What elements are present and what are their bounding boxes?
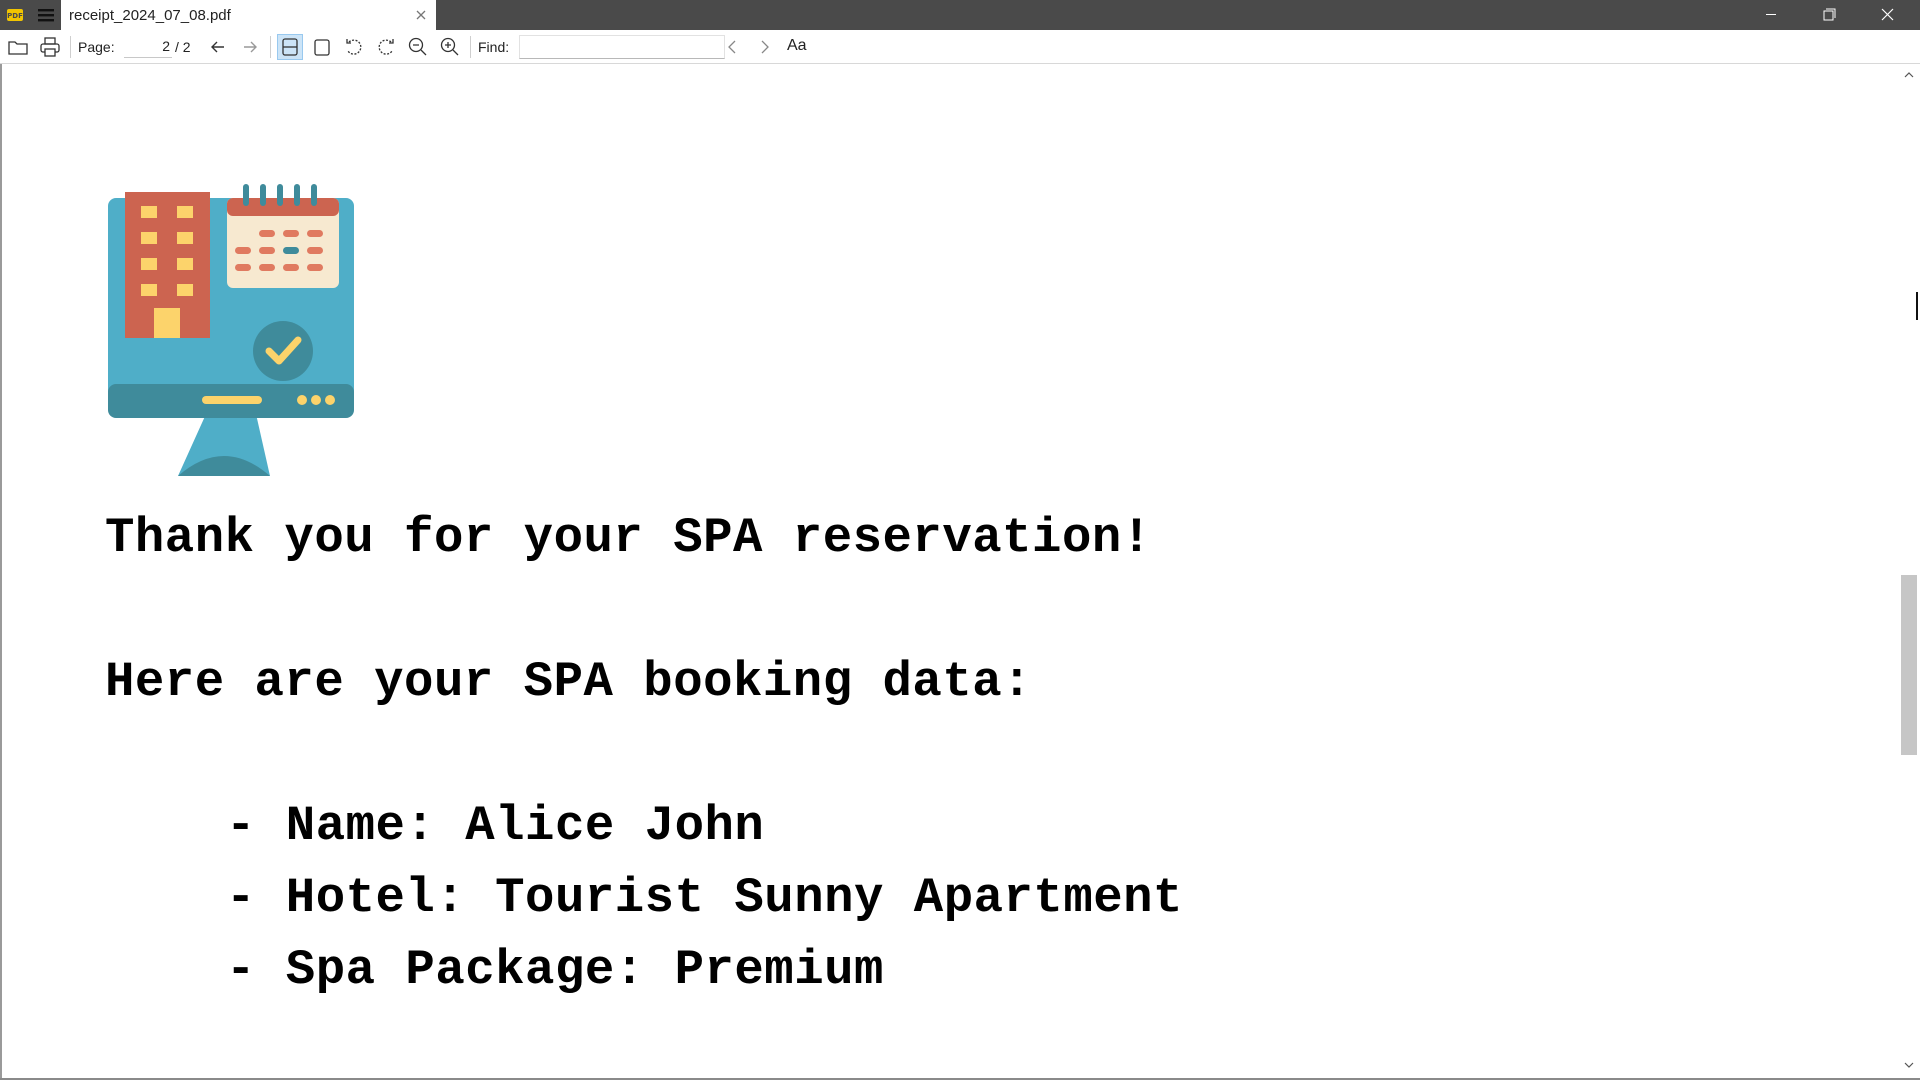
chevron-right-icon[interactable] bbox=[751, 34, 777, 60]
match-case-toggle[interactable]: Aa bbox=[787, 37, 807, 55]
booking-intro: Here are your SPA booking data: bbox=[105, 654, 1033, 710]
toolbar: Page: / 2 bbox=[0, 30, 1920, 64]
chevron-left-icon[interactable] bbox=[720, 34, 746, 60]
find-input[interactable] bbox=[519, 35, 725, 59]
scroll-down-icon[interactable] bbox=[1901, 1058, 1917, 1072]
hamburger-menu-icon[interactable] bbox=[33, 3, 59, 27]
booking-item-package: - Spa Package: Premium bbox=[226, 942, 884, 998]
rotate-left-icon[interactable] bbox=[341, 34, 367, 60]
zoom-in-icon[interactable] bbox=[437, 34, 463, 60]
hotel-booking-illustration bbox=[108, 184, 354, 476]
thank-you-heading: Thank you for your SPA reservation! bbox=[105, 510, 1152, 566]
printer-icon[interactable] bbox=[37, 34, 63, 60]
document-viewport[interactable]: Thank you for your SPA reservation! Here… bbox=[0, 64, 1900, 1078]
title-bar: PDF receipt_2024_07_08.pdf bbox=[0, 0, 1920, 30]
booking-item-name: - Name: Alice John bbox=[226, 798, 765, 854]
close-tab-icon[interactable] bbox=[412, 6, 430, 24]
continuous-scroll-icon[interactable] bbox=[277, 34, 303, 60]
booking-item-hotel: - Hotel: Tourist Sunny Apartment bbox=[226, 870, 1183, 926]
find-label: Find: bbox=[478, 39, 510, 55]
scroll-up-icon[interactable] bbox=[1901, 68, 1917, 82]
text-cursor bbox=[1916, 292, 1918, 320]
scrollbar-thumb[interactable] bbox=[1901, 575, 1917, 755]
single-page-icon[interactable] bbox=[309, 34, 335, 60]
page-label: Page: bbox=[78, 39, 115, 55]
vertical-scrollbar[interactable] bbox=[1898, 64, 1920, 1078]
rotate-right-icon[interactable] bbox=[373, 34, 399, 60]
document-tab[interactable]: receipt_2024_07_08.pdf bbox=[61, 0, 436, 30]
pdf-reader-app-icon[interactable]: PDF bbox=[6, 6, 24, 24]
minimize-button[interactable] bbox=[1742, 0, 1800, 30]
close-window-button[interactable] bbox=[1858, 0, 1916, 30]
zoom-out-icon[interactable] bbox=[405, 34, 431, 60]
page-total: / 2 bbox=[175, 39, 191, 55]
toolbar-separator bbox=[70, 36, 71, 58]
tab-title: receipt_2024_07_08.pdf bbox=[69, 7, 231, 24]
toolbar-separator bbox=[270, 36, 271, 58]
folder-open-icon[interactable] bbox=[5, 34, 31, 60]
toolbar-separator bbox=[470, 36, 471, 58]
page-number-input[interactable] bbox=[124, 35, 172, 58]
svg-text:PDF: PDF bbox=[7, 12, 23, 20]
arrow-right-icon[interactable] bbox=[237, 34, 263, 60]
arrow-left-icon[interactable] bbox=[205, 34, 231, 60]
restore-button[interactable] bbox=[1800, 0, 1858, 30]
